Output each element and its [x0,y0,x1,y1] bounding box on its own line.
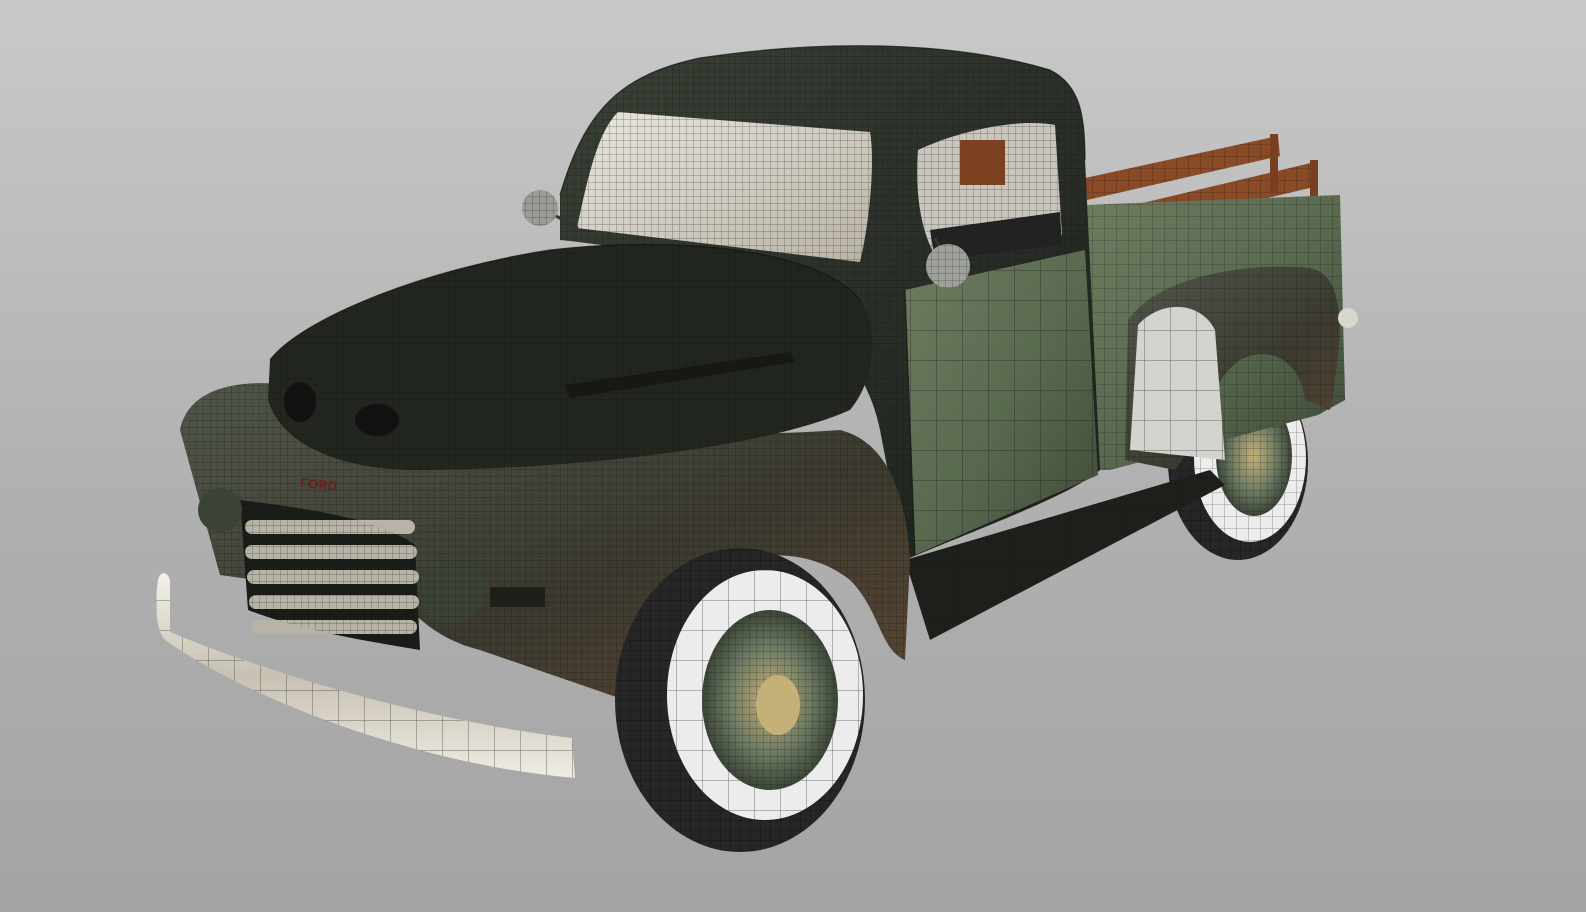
truck-model[interactable]: FORD [0,0,1586,912]
3d-viewport[interactable]: FORD [0,0,1586,912]
front-wheel [615,548,865,852]
